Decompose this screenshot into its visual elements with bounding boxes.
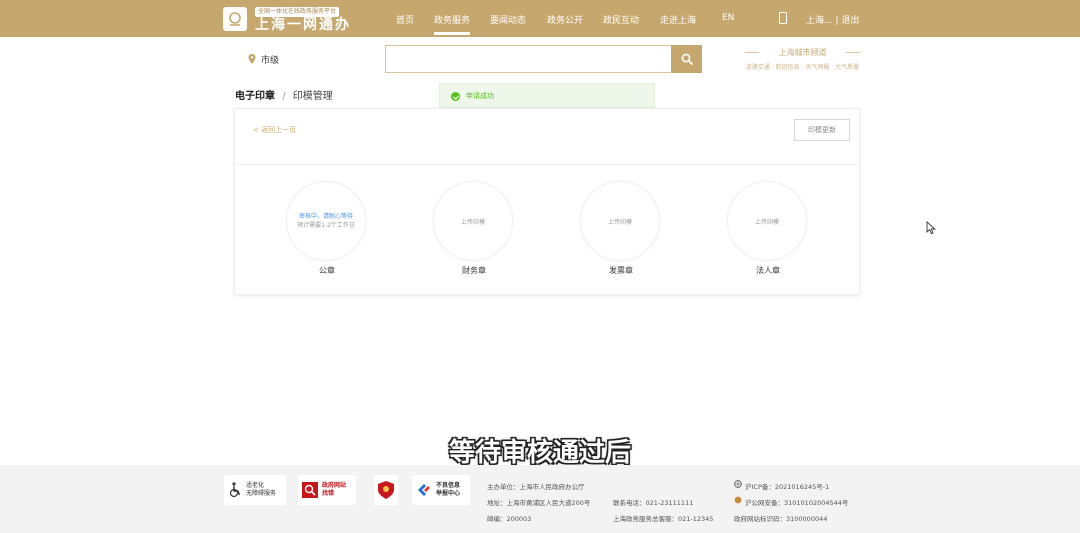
party-emblem-badge[interactable] bbox=[374, 475, 398, 505]
search-icon bbox=[681, 53, 693, 65]
seal-review-eta: 预计需要1-2个工作日 bbox=[297, 222, 355, 229]
nav-active-indicator bbox=[434, 32, 470, 35]
seal-item-finance: 上传印模 财务章 bbox=[433, 181, 515, 276]
seal-update-button[interactable]: 印模更新 bbox=[794, 119, 850, 141]
nav-government-services[interactable]: 政务服务 bbox=[434, 13, 470, 26]
footer-site-id: 政府网站标识码：3100000044 bbox=[734, 515, 828, 523]
top-navigation-bar: 全国一体化在线政务服务平台 上海一网通办 首页 政务服务 要闻动态 政务公开 政… bbox=[0, 0, 1080, 37]
breadcrumb-parent[interactable]: 电子印章 bbox=[235, 91, 275, 102]
seal-circle-official[interactable]: 审核中，请耐心等待 预计需要1-2个工作日 bbox=[286, 181, 366, 261]
footer-icp[interactable]: 沪ICP备：2021016245号-1 bbox=[745, 481, 829, 491]
nav-public-interaction[interactable]: 政民互动 bbox=[603, 13, 639, 26]
seal-name: 财务章 bbox=[462, 266, 486, 275]
city-channel-brand[interactable]: 上海城市频道 道路交通 · 航班信息 · 天气预报 · 大气质量 bbox=[745, 47, 860, 71]
seal-name: 发票章 bbox=[609, 266, 633, 275]
nav-gov-disclosure[interactable]: 政务公开 bbox=[547, 13, 583, 26]
success-toast: 申请成功 bbox=[439, 83, 655, 108]
logo-title[interactable]: 上海一网通办 bbox=[255, 17, 351, 33]
seal-upload-label: 上传印模 bbox=[754, 218, 779, 226]
user-logout-links[interactable]: 上海... | 退出 bbox=[806, 13, 859, 26]
back-link[interactable]: < 返回上一页 bbox=[253, 125, 296, 135]
police-badge-icon bbox=[734, 496, 742, 504]
toast-message: 申请成功 bbox=[466, 92, 494, 100]
seal-name: 法人章 bbox=[756, 266, 780, 275]
nav-home[interactable]: 首页 bbox=[396, 13, 414, 26]
seal-upload-label: 上传印模 bbox=[607, 218, 632, 226]
nav-english[interactable]: EN bbox=[722, 13, 734, 23]
search-button[interactable] bbox=[671, 45, 702, 73]
mobile-phone-icon[interactable] bbox=[779, 12, 787, 24]
report-center-icon bbox=[418, 484, 430, 496]
footer-address: 地址：上海市黄浦区人民大道200号 bbox=[487, 499, 591, 507]
footer-host: 主办单位：上海市人民政府办公厅 bbox=[487, 483, 585, 491]
logo-tagline: 全国一体化在线政务服务平台 bbox=[255, 7, 340, 17]
breadcrumb-current: 印模管理 bbox=[292, 91, 333, 102]
accessibility-service-badge[interactable]: 适老化 无障碍服务 bbox=[224, 475, 286, 505]
mouse-cursor-icon bbox=[926, 221, 936, 235]
video-caption: 等待审核通过后 bbox=[448, 438, 631, 468]
footer-postcode: 邮编：200003 bbox=[487, 515, 532, 523]
seal-upload-invoice[interactable]: 上传印模 bbox=[580, 181, 660, 261]
report-error-text: 政府网站 找错 bbox=[322, 482, 347, 497]
seal-management-card: < 返回上一页 印模更新 审核中，请耐心等待 预计需要1-2个工作日 公章 上传… bbox=[234, 108, 860, 295]
footer-phone: 联系电话：021-23111111 bbox=[613, 499, 694, 507]
seal-upload-legal-person[interactable]: 上传印模 bbox=[727, 181, 807, 261]
location-selector[interactable]: 市级 bbox=[261, 53, 279, 66]
bad-info-report-text: 不良信息 举报中心 bbox=[436, 482, 461, 497]
emblem-shield-icon bbox=[378, 481, 394, 499]
city-channel-subtitle: 道路交通 · 航班信息 · 天气预报 · 大气质量 bbox=[745, 64, 860, 71]
seal-upload-finance[interactable]: 上传印模 bbox=[433, 181, 513, 261]
site-footer: 适老化 无障碍服务 政府网站 找错 不良信息 举报中心 主办单位：上海市人民政府… bbox=[0, 465, 1080, 533]
seal-review-status: 审核中，请耐心等待 bbox=[298, 213, 353, 220]
accessibility-badge-text: 适老化 无障碍服务 bbox=[246, 482, 277, 497]
breadcrumb: 电子印章 / 印模管理 bbox=[235, 87, 333, 102]
footer-hotline: 上海政务服务总客服：021-12345 bbox=[613, 515, 714, 523]
location-pin-icon bbox=[248, 54, 256, 64]
seal-item-legal-person: 上传印模 法人章 bbox=[727, 181, 809, 276]
breadcrumb-separator: / bbox=[282, 91, 286, 102]
icp-globe-icon bbox=[734, 480, 742, 488]
magnifier-error-icon bbox=[302, 482, 318, 498]
wheelchair-icon bbox=[229, 482, 241, 498]
seal-item-official: 审核中，请耐心等待 预计需要1-2个工作日 公章 bbox=[286, 181, 368, 276]
report-error-badge[interactable]: 政府网站 找错 bbox=[298, 475, 356, 505]
seal-upload-label: 上传印模 bbox=[460, 218, 485, 226]
nav-about-shanghai[interactable]: 走进上海 bbox=[660, 13, 696, 26]
card-divider bbox=[235, 164, 859, 165]
seal-item-invoice: 上传印模 发票章 bbox=[580, 181, 662, 276]
success-check-icon bbox=[451, 92, 460, 101]
bad-info-report-badge[interactable]: 不良信息 举报中心 bbox=[412, 475, 470, 505]
search-input[interactable] bbox=[385, 45, 672, 73]
site-logo-icon[interactable] bbox=[223, 7, 247, 31]
nav-news[interactable]: 要闻动态 bbox=[490, 13, 526, 26]
seal-name: 公章 bbox=[319, 266, 335, 275]
footer-police-record[interactable]: 沪公网安备：31010102004544号 bbox=[745, 497, 848, 507]
city-channel-title: 上海城市频道 bbox=[745, 47, 860, 58]
